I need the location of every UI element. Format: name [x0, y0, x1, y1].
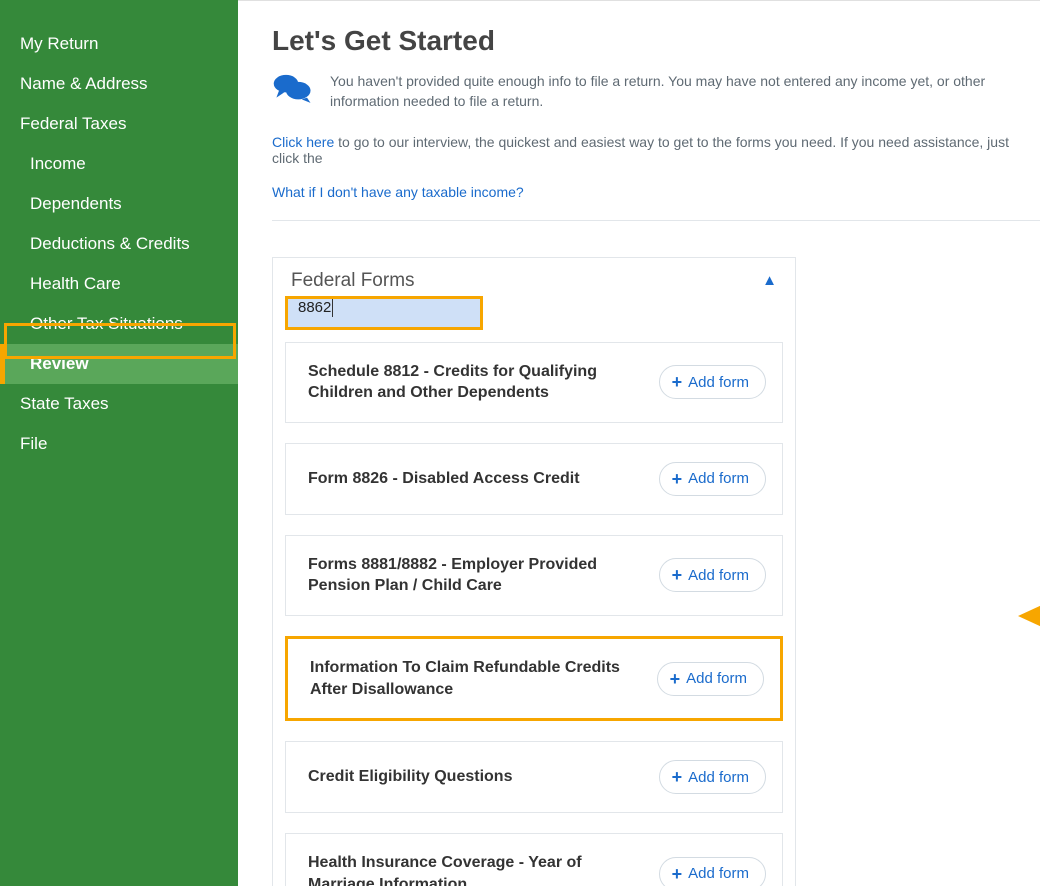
form-row-refundable-credits: Information To Claim Refundable Credits … — [285, 636, 783, 721]
plus-icon: + — [672, 566, 683, 584]
sidebar-item-deductions[interactable]: Deductions & Credits — [0, 224, 238, 264]
add-form-label: Add form — [688, 769, 749, 786]
form-row-title: Form 8826 - Disabled Access Credit — [308, 468, 641, 490]
intro-text: You haven't provided quite enough info t… — [330, 71, 1040, 112]
add-form-label: Add form — [688, 865, 749, 882]
form-row-8826: Form 8826 - Disabled Access Credit + Add… — [285, 443, 783, 515]
form-row-title: Forms 8881/8882 - Employer Provided Pens… — [308, 554, 641, 597]
chevron-up-icon[interactable]: ▲ — [762, 272, 777, 289]
text-caret — [332, 299, 333, 317]
sidebar-item-other-tax[interactable]: Other Tax Situations — [0, 304, 238, 344]
form-row-title: Health Insurance Coverage - Year of Marr… — [308, 852, 641, 886]
forms-header[interactable]: Federal Forms ▲ — [273, 258, 795, 292]
plus-icon: + — [672, 768, 683, 786]
add-form-button[interactable]: + Add form — [659, 365, 766, 399]
sidebar-item-income[interactable]: Income — [0, 144, 238, 184]
form-row-health-insurance: Health Insurance Coverage - Year of Marr… — [285, 833, 783, 886]
add-form-label: Add form — [688, 470, 749, 487]
sidebar-item-name-address[interactable]: Name & Address — [0, 64, 238, 104]
add-form-button[interactable]: + Add form — [657, 662, 764, 696]
federal-forms-panel: Federal Forms ▲ 8862 Schedule 8812 - Cre… — [272, 257, 796, 886]
click-here-link[interactable]: Click here — [272, 134, 334, 150]
add-form-label: Add form — [686, 670, 747, 687]
interview-paragraph: Click here to go to our interview, the q… — [272, 134, 1040, 166]
form-row-title: Credit Eligibility Questions — [308, 766, 641, 788]
separator — [272, 220, 1040, 221]
interview-rest: to go to our interview, the quickest and… — [272, 134, 1009, 166]
plus-icon: + — [672, 865, 683, 883]
no-taxable-income-link[interactable]: What if I don't have any taxable income? — [272, 184, 524, 200]
form-row-8881-8882: Forms 8881/8882 - Employer Provided Pens… — [285, 535, 783, 616]
intro-row: You haven't provided quite enough info t… — [272, 71, 1040, 112]
page-title: Let's Get Started — [272, 25, 1040, 57]
sidebar-item-health-care[interactable]: Health Care — [0, 264, 238, 304]
sidebar-item-federal-taxes[interactable]: Federal Taxes — [0, 104, 238, 144]
forms-title: Federal Forms — [291, 270, 415, 292]
add-form-button[interactable]: + Add form — [659, 462, 766, 496]
add-form-button[interactable]: + Add form — [659, 558, 766, 592]
plus-icon: + — [672, 373, 683, 391]
sidebar-item-my-return[interactable]: My Return — [0, 24, 238, 64]
plus-icon: + — [672, 470, 683, 488]
forms-search-input[interactable]: 8862 — [285, 296, 483, 330]
search-value: 8862 — [298, 299, 331, 316]
sidebar-item-file[interactable]: File — [0, 424, 238, 464]
form-row-title: Schedule 8812 - Credits for Qualifying C… — [308, 361, 641, 404]
form-row-credit-eligibility: Credit Eligibility Questions + Add form — [285, 741, 783, 813]
sidebar-item-dependents[interactable]: Dependents — [0, 184, 238, 224]
form-row-title: Information To Claim Refundable Credits … — [310, 657, 639, 700]
callout-arrow-icon — [1018, 601, 1040, 631]
plus-icon: + — [670, 670, 681, 688]
chat-icon — [272, 73, 314, 103]
sidebar-item-review[interactable]: Review — [0, 344, 238, 384]
search-wrap: 8862 — [273, 292, 795, 342]
sidebar: My Return Name & Address Federal Taxes I… — [0, 0, 238, 886]
add-form-button[interactable]: + Add form — [659, 857, 766, 886]
main-content: Let's Get Started You haven't provided q… — [238, 0, 1040, 886]
add-form-label: Add form — [688, 374, 749, 391]
form-row-schedule-8812: Schedule 8812 - Credits for Qualifying C… — [285, 342, 783, 423]
add-form-label: Add form — [688, 567, 749, 584]
sidebar-item-state-taxes[interactable]: State Taxes — [0, 384, 238, 424]
add-form-button[interactable]: + Add form — [659, 760, 766, 794]
form-list: Schedule 8812 - Credits for Qualifying C… — [273, 342, 795, 886]
no-income-paragraph: What if I don't have any taxable income? — [272, 184, 1040, 200]
